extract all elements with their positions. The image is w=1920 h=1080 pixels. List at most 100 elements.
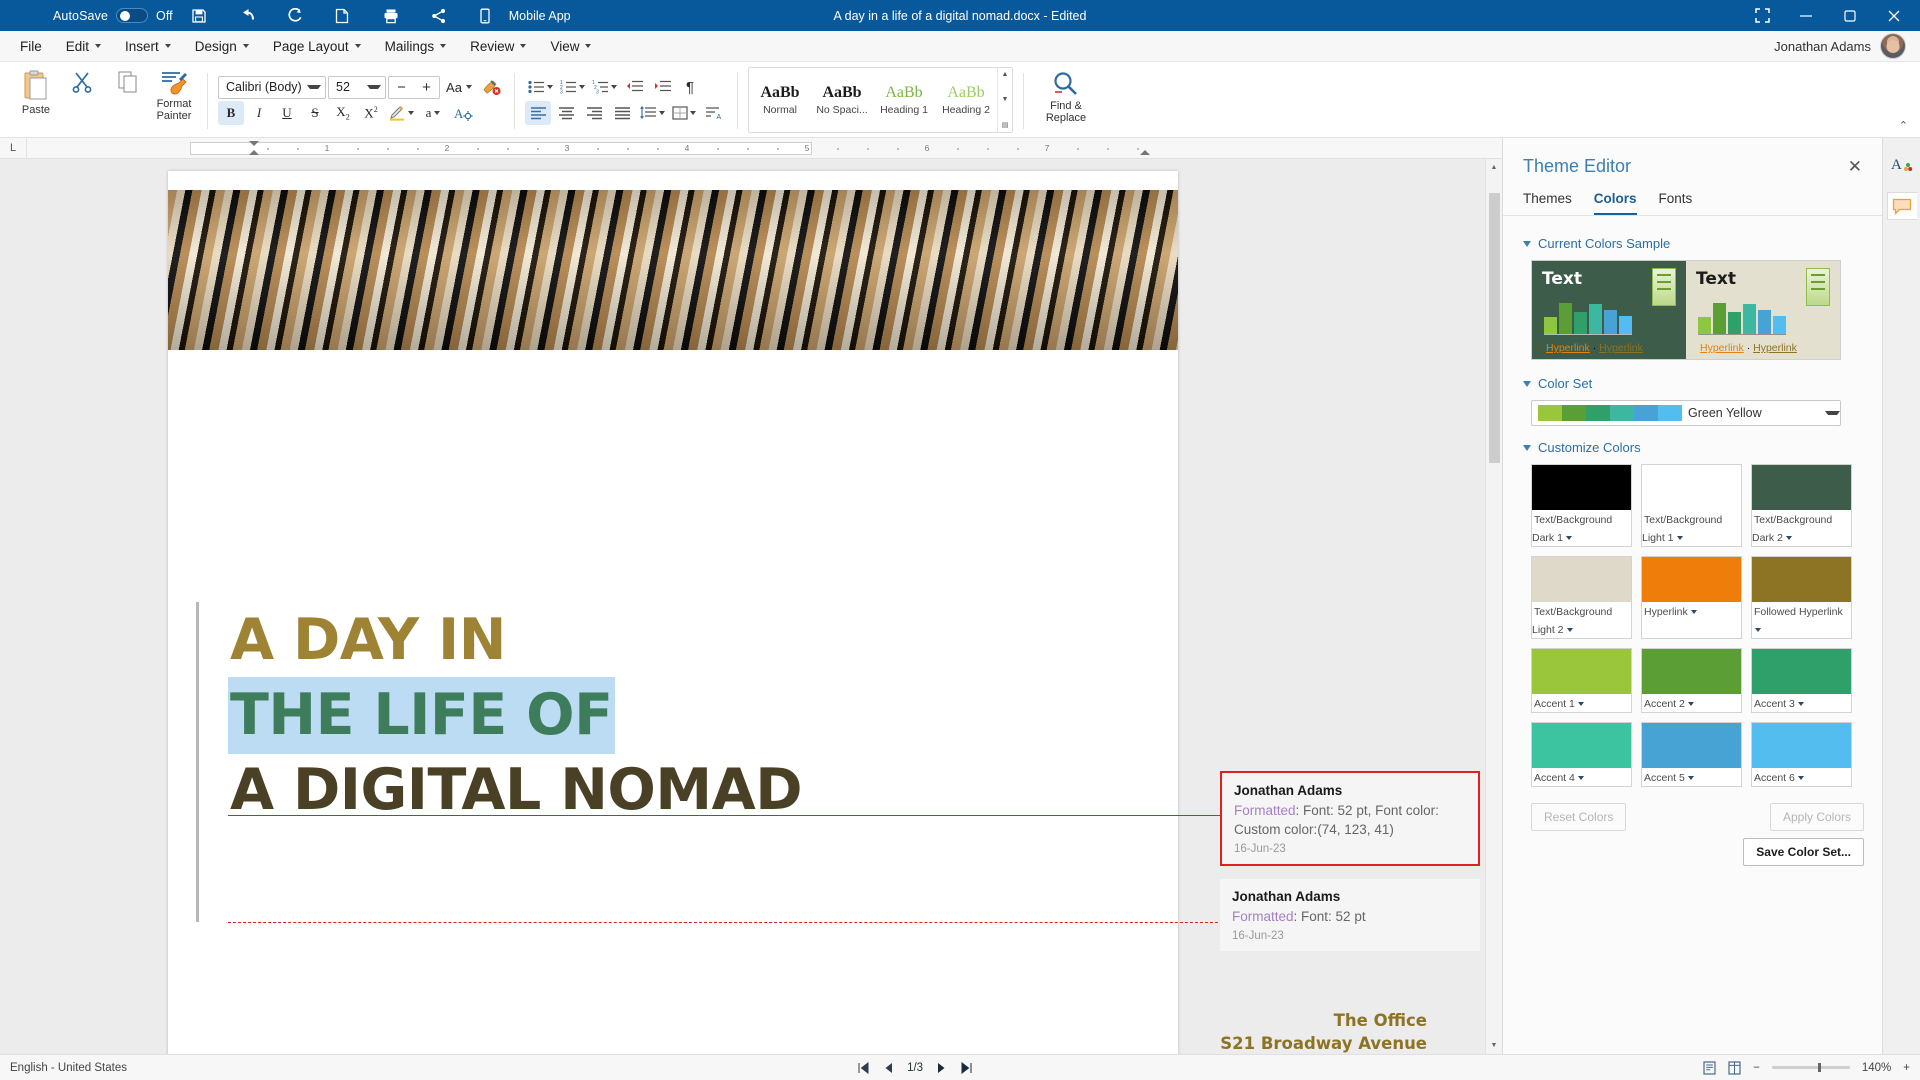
zoom-in-button[interactable]: + [1903,1062,1910,1074]
comment-balloon[interactable]: Jonathan Adams Formatted: Font: 52 pt 16… [1220,879,1480,951]
swatch-text-background-dark-1[interactable]: Text/Background Dark 1 [1531,464,1632,547]
swatch-chip[interactable] [1642,649,1741,694]
autosave-control[interactable]: AutoSave Off [44,0,182,31]
ruler[interactable]: L 1 2 3 4 5 6 7 [0,138,1502,159]
menu-mailings[interactable]: Mailings [373,33,459,60]
horizontal-ruler[interactable]: 1 2 3 4 5 6 7 [27,138,1502,159]
highlight-color-button[interactable] [386,101,416,125]
web-layout-icon[interactable] [1728,1061,1741,1075]
swatch-accent-2[interactable]: Accent 2 [1641,648,1742,713]
zoom-slider[interactable] [1772,1066,1850,1069]
fullscreen-button[interactable] [1740,0,1784,31]
swatch-accent-3[interactable]: Accent 3 [1751,648,1852,713]
increase-indent-button[interactable] [649,75,675,99]
menu-page-layout[interactable]: Page Layout [261,33,373,60]
swatch-chip[interactable] [1532,557,1631,602]
clear-formatting-button[interactable] [478,75,504,99]
swatch-chip[interactable] [1532,465,1631,510]
numbered-list-button[interactable]: 123 [557,75,587,99]
document-canvas[interactable]: A DAY IN THE LIFE OF A DIGITAL NOMAD The… [0,159,1485,1054]
strikethrough-button[interactable]: S [302,101,328,125]
styles-more-icon[interactable]: ▤ [1002,121,1009,129]
style-heading-1[interactable]: AaBb Heading 1 [873,68,935,132]
font-name-combobox[interactable]: Calibri (Body) [218,76,326,99]
swatch-accent-6[interactable]: Accent 6 [1751,722,1852,787]
next-page-icon[interactable] [937,1062,947,1074]
undo-button[interactable] [230,0,278,31]
swatch-text-background-light-1[interactable]: Text/Background Light 1 [1641,464,1742,547]
section-current-colors-sample[interactable]: Current Colors Sample [1523,236,1864,251]
first-page-icon[interactable] [857,1062,869,1074]
menu-view[interactable]: View [538,33,603,60]
find-replace-button[interactable]: Find & Replace [1034,66,1098,134]
save-color-set-button[interactable]: Save Color Set... [1743,838,1864,866]
autosave-toggle[interactable] [116,8,148,23]
swatch-chip[interactable] [1642,465,1741,510]
comment-balloon[interactable]: Jonathan Adams Formatted: Font: 52 pt, F… [1220,771,1480,866]
hanging-indent-marker[interactable] [249,150,259,155]
language-indicator[interactable]: English - United States [10,1062,127,1074]
change-case-button[interactable]: Aa [442,75,476,99]
tab-fonts[interactable]: Fonts [1659,191,1693,215]
restore-button[interactable] [1828,0,1872,31]
previous-page-icon[interactable] [883,1062,893,1074]
text-effects-button[interactable]: A [450,101,476,125]
tab-stop-selector[interactable]: L [0,138,27,159]
styles-scroll[interactable]: ▲ ▼ ▤ [997,68,1012,132]
mobile-app-button[interactable]: Mobile App [470,0,580,31]
swatch-chip[interactable] [1752,649,1851,694]
multilevel-list-button[interactable]: 123 [589,75,619,99]
swatch-text-background-dark-2[interactable]: Text/Background Dark 2 [1751,464,1852,547]
align-right-button[interactable] [581,101,607,125]
align-center-button[interactable] [553,101,579,125]
swatch-chip[interactable] [1642,557,1741,602]
print-button[interactable] [374,0,422,31]
last-page-icon[interactable] [961,1062,973,1074]
style-normal[interactable]: AaBb Normal [749,68,811,132]
apply-colors-button[interactable]: Apply Colors [1770,803,1864,831]
menu-review[interactable]: Review [458,33,538,60]
font-color-button[interactable]: a [418,101,448,125]
font-size-stepper[interactable]: − + [388,76,440,99]
underline-button[interactable]: U [274,101,300,125]
zoom-out-button[interactable]: − [1753,1062,1760,1074]
scroll-up-icon[interactable]: ▲ [1002,71,1009,78]
menu-design[interactable]: Design [183,33,261,60]
panel-close-button[interactable]: ✕ [1842,156,1868,177]
menu-edit[interactable]: Edit [54,33,113,60]
share-button[interactable] [422,0,470,31]
scrollbar-thumb[interactable] [1489,193,1500,463]
document-vertical-scrollbar[interactable]: ▲ ▼ [1485,159,1502,1054]
italic-button[interactable]: I [246,101,272,125]
new-document-button[interactable] [326,0,374,31]
reset-colors-button[interactable]: Reset Colors [1531,803,1626,831]
decrease-indent-button[interactable] [621,75,647,99]
redo-button[interactable] [278,0,326,31]
scroll-down-icon[interactable]: ▼ [1002,96,1009,103]
swatch-chip[interactable] [1752,557,1851,602]
sort-button[interactable]: A [701,101,727,125]
scroll-down-icon[interactable]: ▼ [1486,1037,1503,1054]
bold-button[interactable]: B [218,101,244,125]
right-indent-marker[interactable] [1140,150,1150,155]
swatch-text-background-light-2[interactable]: Text/Background Light 2 [1531,556,1632,639]
scroll-up-icon[interactable]: ▲ [1486,159,1503,176]
section-color-set[interactable]: Color Set [1523,376,1864,391]
collapse-ribbon-button[interactable]: ⌃ [1899,119,1908,132]
title-line-2[interactable]: THE LIFE OF [228,677,615,754]
avatar[interactable] [1880,33,1906,59]
title-line-1[interactable]: A DAY IN [230,604,990,677]
theme-editor-rail-button[interactable]: A [1887,150,1917,178]
print-layout-icon[interactable] [1703,1061,1716,1075]
save-button[interactable] [182,0,230,31]
swatch-chip[interactable] [1532,649,1631,694]
section-customize-colors[interactable]: Customize Colors [1523,440,1864,455]
subscript-button[interactable]: X2 [330,101,356,125]
line-spacing-button[interactable] [637,101,667,125]
tab-themes[interactable]: Themes [1523,191,1572,215]
menu-insert[interactable]: Insert [113,33,183,60]
swatch-chip[interactable] [1752,465,1851,510]
swatch-chip[interactable] [1532,723,1631,768]
swatch-followed-hyperlink[interactable]: Followed Hyperlink [1751,556,1852,639]
minimize-button[interactable] [1784,0,1828,31]
